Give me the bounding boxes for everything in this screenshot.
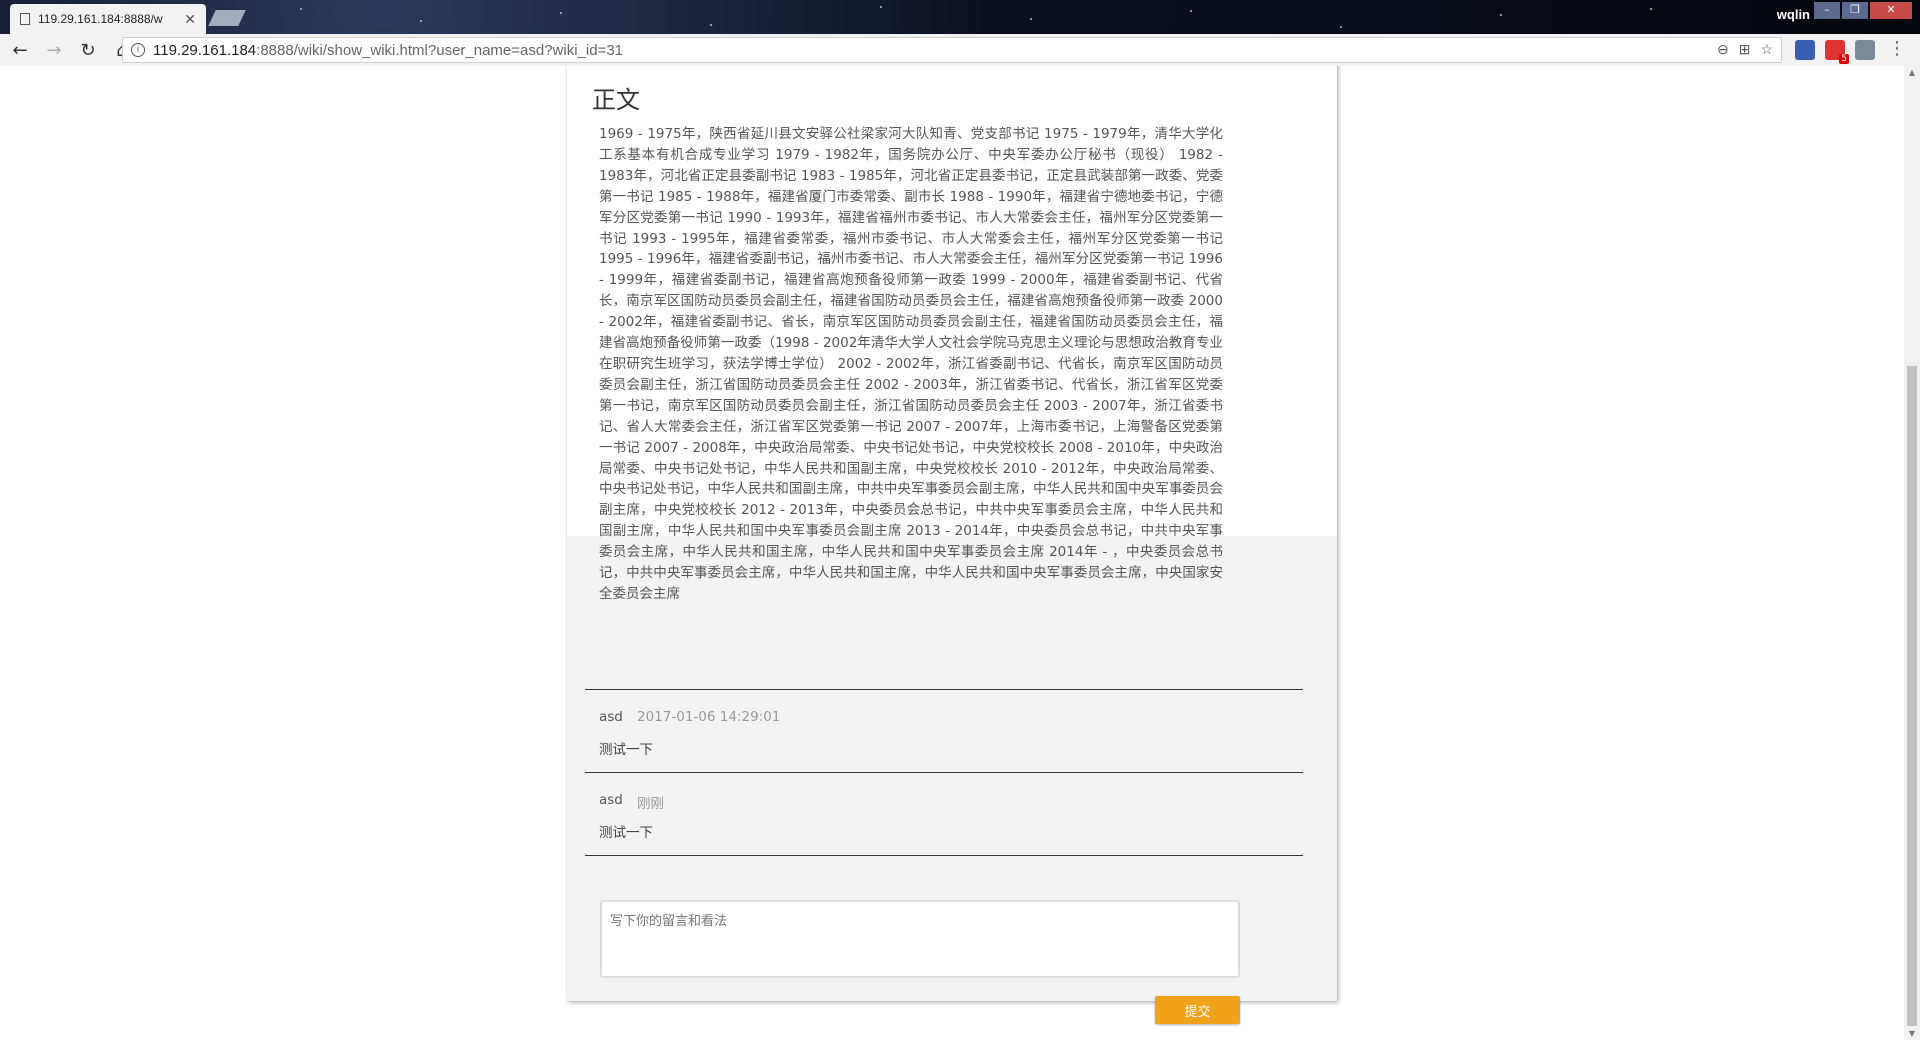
wiki-card: 正文 1969 - 1975年，陕西省延川县文安驿公社梁家河大队知青、党支部书记…: [567, 66, 1337, 1024]
comment-time: 2017-01-06 14:29:01: [637, 709, 781, 725]
divider: [585, 772, 1303, 773]
page-viewport: 正文 1969 - 1975年，陕西省延川县文安驿公社梁家河大队知青、党支部书记…: [0, 66, 1904, 1040]
url-path: :8888/wiki/show_wiki.html?user_name=asd?…: [256, 41, 624, 59]
star-decoration: [1030, 18, 1032, 20]
extension-icon[interactable]: [1855, 40, 1875, 60]
window-close-icon[interactable]: ✕: [1870, 2, 1912, 19]
translate-icon[interactable]: ⊞: [1739, 41, 1751, 58]
star-decoration: [880, 6, 882, 8]
comment-input[interactable]: [600, 900, 1240, 978]
browser-menu-icon[interactable]: ⋮: [1888, 40, 1906, 58]
scroll-down-icon[interactable]: ▼: [1907, 1029, 1917, 1038]
star-decoration: [1190, 10, 1192, 12]
star-decoration: [1340, 26, 1342, 28]
star-decoration: [300, 8, 302, 10]
comment-author: asd: [599, 792, 623, 808]
reload-icon[interactable]: ↻: [74, 36, 102, 64]
minimize-icon[interactable]: –: [1814, 2, 1840, 19]
tab-title: 119.29.161.184:8888/w: [38, 12, 163, 26]
tab-close-icon[interactable]: ✕: [184, 11, 196, 28]
section-title: 正文: [592, 86, 640, 114]
vertical-scrollbar[interactable]: ▲ ▼: [1904, 66, 1920, 1040]
scrollbar-thumb[interactable]: [1907, 366, 1917, 1026]
address-bar[interactable]: i 119.29.161.184:8888/wiki/show_wiki.htm…: [122, 37, 1782, 63]
extension-icon[interactable]: [1795, 40, 1815, 60]
browser-toolbar: ← → ↻ ⌂ i 119.29.161.184:8888/wiki/show_…: [0, 34, 1920, 66]
url-host: 119.29.161.184: [153, 41, 257, 59]
window-controls: – ❐ ✕: [1814, 2, 1912, 19]
restore-icon[interactable]: ❐: [1842, 2, 1868, 19]
star-decoration: [420, 20, 422, 22]
comment-text: 测试一下: [599, 825, 653, 841]
divider: [585, 689, 1303, 690]
profile-name[interactable]: wqlin: [1777, 7, 1810, 22]
site-info-icon[interactable]: i: [131, 43, 145, 57]
star-decoration: [560, 12, 562, 14]
star-decoration: [710, 24, 712, 26]
star-decoration: [1500, 14, 1502, 16]
back-arrow-icon[interactable]: ←: [6, 36, 34, 64]
star-decoration: [1650, 8, 1652, 10]
article-body: 1969 - 1975年，陕西省延川县文安驿公社梁家河大队知青、党支部书记 19…: [599, 126, 1223, 602]
mail-extension-icon[interactable]: 5: [1825, 40, 1849, 64]
comment-text: 测试一下: [599, 742, 653, 758]
submit-button[interactable]: 提交: [1155, 996, 1240, 1024]
extension-icons: 5: [1795, 40, 1875, 64]
browser-tab[interactable]: 119.29.161.184:8888/w ✕: [10, 4, 206, 34]
comment-author: asd: [599, 709, 623, 725]
notification-badge: 5: [1839, 54, 1849, 64]
page-icon: [20, 13, 30, 25]
divider: [585, 855, 1303, 856]
comment-time: 刚刚: [637, 796, 664, 812]
zoom-icon[interactable]: ⊖: [1717, 41, 1729, 58]
forward-arrow-icon[interactable]: →: [40, 36, 68, 64]
scroll-up-icon[interactable]: ▲: [1907, 68, 1917, 77]
bookmark-star-icon[interactable]: ☆: [1760, 41, 1773, 58]
window-titlebar: 119.29.161.184:8888/w ✕ wqlin – ❐ ✕: [0, 0, 1920, 34]
address-bar-actions: ⊖ ⊞ ☆: [1717, 41, 1773, 58]
new-tab-button[interactable]: [208, 10, 246, 26]
